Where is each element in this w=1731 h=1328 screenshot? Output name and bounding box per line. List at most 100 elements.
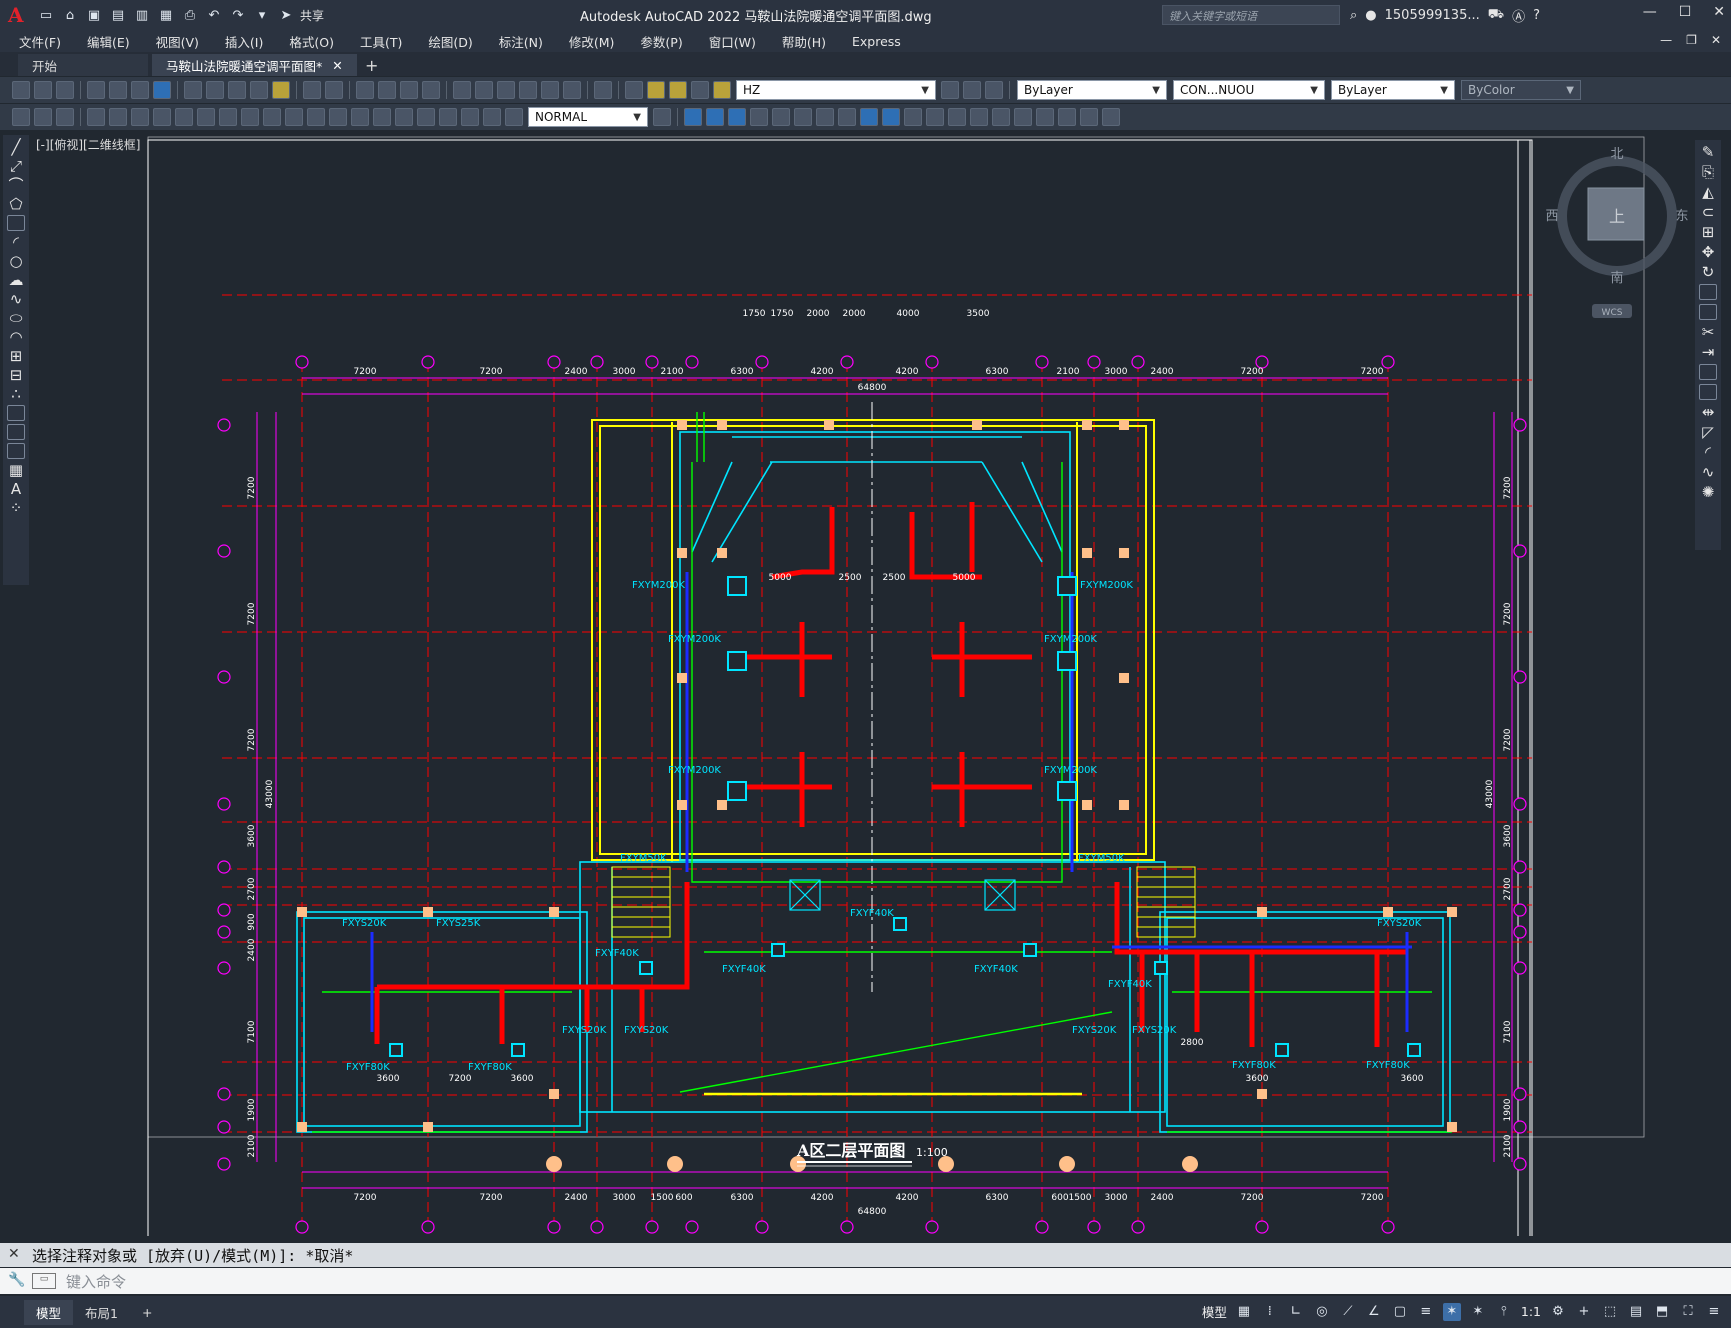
modify-stretch-icon[interactable] (838, 108, 856, 126)
doc-restore-icon[interactable]: ❐ (1686, 33, 1697, 47)
undo-tool-icon[interactable] (303, 81, 321, 99)
break-at-point-icon[interactable] (1699, 364, 1717, 380)
break-icon[interactable] (1699, 384, 1717, 400)
open-file-icon[interactable]: ⌂ (60, 5, 80, 25)
circle-icon[interactable]: ○ (7, 253, 25, 269)
print-icon[interactable] (87, 81, 105, 99)
polar-icon[interactable]: ◎ (1313, 1303, 1331, 1321)
publish-icon[interactable] (131, 81, 149, 99)
table-icon[interactable]: ▦ (7, 462, 25, 478)
design-center-icon[interactable] (475, 81, 493, 99)
viewcube-east[interactable]: 东 (1675, 209, 1688, 224)
preview-icon[interactable] (109, 81, 127, 99)
tab-model[interactable]: 模型 (24, 1299, 74, 1325)
grid-icon[interactable]: ▦ (1235, 1303, 1253, 1321)
erase-icon[interactable]: ✎ (1699, 144, 1717, 160)
markup-icon[interactable] (541, 81, 559, 99)
share-icon[interactable]: ➤ (276, 5, 296, 25)
paste-icon[interactable] (228, 81, 246, 99)
baseline-dim-icon[interactable] (285, 108, 303, 126)
calculator-icon[interactable] (563, 81, 581, 99)
layer-lock-icon[interactable] (713, 81, 731, 99)
text-front-icon[interactable] (1080, 108, 1098, 126)
send-back-icon[interactable] (1058, 108, 1076, 126)
model-space-label[interactable]: 模型 (1202, 1302, 1227, 1321)
dim-text-edit-icon[interactable] (483, 108, 501, 126)
bring-front-icon[interactable] (1036, 108, 1054, 126)
customize-icon[interactable]: ≡ (1705, 1303, 1723, 1321)
menu-insert[interactable]: 插入(I) (212, 32, 276, 51)
layer-freeze-icon[interactable] (669, 81, 687, 99)
command-input[interactable]: 键入命令 (66, 1271, 126, 1292)
modify-array-icon[interactable] (750, 108, 768, 126)
ellipse-arc-icon[interactable]: ◠ (7, 329, 25, 345)
extend-icon[interactable]: ⇥ (1699, 344, 1717, 360)
modify-fillet-icon[interactable] (970, 108, 988, 126)
redo-tool-icon[interactable] (325, 81, 343, 99)
spline-icon[interactable]: ∿ (7, 291, 25, 307)
text-style-icon[interactable] (34, 108, 52, 126)
multiline-text-icon[interactable]: A (7, 481, 25, 497)
menu-draw[interactable]: 绘图(D) (415, 32, 485, 51)
annotation-scale-value[interactable]: 1:1 (1521, 1304, 1541, 1319)
modify-rotate-icon[interactable] (794, 108, 812, 126)
mirror-icon[interactable]: ◭ (1699, 184, 1717, 200)
new-icon[interactable] (12, 81, 30, 99)
modify-break-icon[interactable] (904, 108, 922, 126)
menu-tools[interactable]: 工具(T) (347, 32, 415, 51)
copy-icon[interactable] (206, 81, 224, 99)
revision-cloud-icon[interactable]: ☁ (7, 272, 25, 288)
snap-icon[interactable]: ⁞ (1261, 1303, 1279, 1321)
hatch-back-icon[interactable] (1102, 108, 1120, 126)
viewcube-south[interactable]: 南 (1610, 270, 1623, 286)
offset-icon[interactable]: ⊂ (1699, 204, 1717, 220)
modify-explode-icon[interactable] (992, 108, 1010, 126)
add-layout-icon[interactable]: + (130, 1302, 164, 1323)
wrench-icon[interactable]: 🔧 (8, 1272, 25, 1288)
dimstyle-dropdown[interactable]: NORMAL ▼ (528, 107, 648, 127)
redo-icon[interactable]: ↷ (228, 5, 248, 25)
layer-dropdown[interactable]: HZ ▼ (736, 80, 936, 100)
close-icon[interactable]: ✕ (1713, 4, 1725, 20)
rotate-icon[interactable]: ↻ (1699, 264, 1717, 280)
scale-icon[interactable] (1699, 284, 1717, 300)
cut-icon[interactable] (184, 81, 202, 99)
line-icon[interactable]: ╱ (7, 139, 25, 155)
tab-layout1[interactable]: 布局1 (73, 1300, 130, 1325)
menu-window[interactable]: 窗口(W) (696, 32, 769, 51)
user-icon[interactable]: ● (1365, 8, 1376, 23)
plot-icon[interactable]: ⎙ (180, 5, 200, 25)
make-current-layer-icon[interactable] (941, 81, 959, 99)
viewcube-north[interactable]: 北 (1610, 147, 1623, 162)
object-tracking-icon[interactable]: ∠ (1365, 1303, 1383, 1321)
linetype-dropdown[interactable]: CON...NUOU ▼ (1173, 80, 1325, 100)
properties-icon[interactable] (453, 81, 471, 99)
search-icon[interactable]: ⌕ (1350, 8, 1357, 23)
rectangle-icon[interactable] (7, 215, 25, 231)
chamfer-icon[interactable]: ◸ (1699, 424, 1717, 440)
close-icon[interactable]: ✕ (8, 1246, 20, 1262)
annotation-visibility-icon[interactable]: ✶ (1442, 1302, 1461, 1321)
color-dropdown[interactable]: ByLayer ▼ (1017, 80, 1167, 100)
lineweight-icon[interactable]: ≡ (1417, 1303, 1435, 1321)
draw-order-icon[interactable] (1014, 108, 1032, 126)
command-prompt-icon[interactable]: ▭ (32, 1273, 56, 1289)
workspace-gear-icon[interactable]: ⚙ (1549, 1303, 1567, 1321)
save-icon[interactable]: ▣ (84, 5, 104, 25)
help-tool-icon[interactable] (594, 81, 612, 99)
osnap-icon[interactable]: ▢ (1391, 1303, 1409, 1321)
share-label[interactable]: 共享 (300, 7, 324, 24)
maximize-icon[interactable]: ☐ (1679, 4, 1692, 20)
lineweight-dropdown[interactable]: ByLayer ▼ (1331, 80, 1455, 100)
quick-properties-icon[interactable]: ▤ (1627, 1303, 1645, 1321)
layer-previous-icon[interactable] (963, 81, 981, 99)
menu-file[interactable]: 文件(F) (6, 32, 74, 51)
annotation-scale-icon[interactable]: ⫯ (1495, 1303, 1513, 1321)
menu-modify[interactable]: 修改(M) (556, 32, 628, 51)
layer-on-icon[interactable] (647, 81, 665, 99)
modify-join-icon[interactable] (926, 108, 944, 126)
pan-icon[interactable] (356, 81, 374, 99)
render-icon[interactable] (153, 81, 171, 99)
new-tab-icon[interactable]: + (361, 54, 383, 76)
fullscreen-icon[interactable]: ⛶ (1679, 1303, 1697, 1321)
